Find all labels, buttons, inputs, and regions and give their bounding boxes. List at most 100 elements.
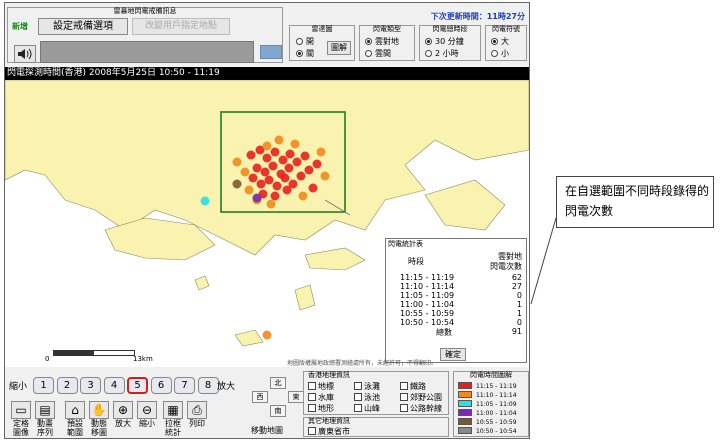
checkbox-geo-4[interactable]: 泳池 xyxy=(354,392,380,403)
move-east-button[interactable]: 東 xyxy=(288,391,304,403)
zoom-out-label: 縮小 xyxy=(9,382,28,392)
checkbox-geo-6[interactable]: 地形 xyxy=(308,403,334,414)
zoom-level-8-button[interactable]: 8 xyxy=(197,377,219,394)
zoom-level-4-button[interactable]: 4 xyxy=(103,377,125,394)
checkbox-label: 地標 xyxy=(318,382,334,391)
message-scroll-indicator[interactable] xyxy=(260,45,282,59)
radar-on-option[interactable]: 開 xyxy=(296,36,314,47)
stats-row-period: 10:50 - 10:54 xyxy=(400,318,455,327)
lightning-strike-marker xyxy=(300,151,310,161)
legend-label: 11:15 - 11:19 xyxy=(476,383,517,390)
period-30min-option[interactable]: 30 分鐘 xyxy=(425,36,464,47)
stats-row-period: 11:00 - 11:04 xyxy=(400,300,455,309)
zoom-level-5-button[interactable]: 5 xyxy=(127,377,148,394)
zoom-out-button[interactable]: ⊖ xyxy=(137,401,157,419)
move-map-compass: 北 西 東 南 xyxy=(249,377,307,421)
lightning-strike-marker xyxy=(298,191,308,201)
lightning-map[interactable]: 閃電統計表 時段 雲對地 閃電次數 11:15 - 11:19 62 11:10 -… xyxy=(5,80,529,367)
stats-caption: 閃電統計表 xyxy=(388,240,423,248)
checkbox-icon xyxy=(308,427,316,435)
checkbox-geo-2[interactable]: 鐵路 xyxy=(400,381,426,392)
lightning-strike-marker xyxy=(262,153,272,163)
cloud-to-cloud-option[interactable]: 雲間 xyxy=(365,48,391,59)
animation-icon: ▤ xyxy=(39,403,51,417)
geo-info-group: 香港地理資訊 地標 泳灘 鐵路 水庫 泳池 郊野公園 地形 山峰 公路幹線 xyxy=(303,371,449,415)
lightning-strike-marker xyxy=(252,163,262,173)
stats-row-period: 11:15 - 11:19 xyxy=(400,273,455,282)
zoom-level-2-button[interactable]: 2 xyxy=(56,377,78,394)
checkbox-guangdong[interactable]: 廣東省市 xyxy=(308,426,350,437)
box-stats-button[interactable]: ▦ xyxy=(163,401,183,419)
checkbox-icon xyxy=(308,393,316,401)
stats-row-count: 0 xyxy=(516,291,522,300)
annotation-callout: 在自選範圍不同時段錄得的閃電次數 xyxy=(556,176,714,228)
lightning-strike-marker xyxy=(285,149,295,159)
lightning-strike-marker xyxy=(246,150,256,160)
animation-button[interactable]: ▤ xyxy=(35,401,55,419)
legend-swatch xyxy=(458,427,472,434)
lightning-strike-marker xyxy=(262,141,272,151)
zoom-in-icon: ⊕ xyxy=(117,403,129,417)
user-location-button[interactable]: 改變用戶指定地點 xyxy=(132,18,230,35)
checkbox-geo-1[interactable]: 泳灘 xyxy=(354,381,380,392)
lightning-strike-marker xyxy=(270,191,280,201)
speaker-button[interactable] xyxy=(14,45,36,63)
checkbox-label: 山峰 xyxy=(364,404,380,413)
zoom-in-button[interactable]: ⊕ xyxy=(113,401,133,419)
zoom-level-3-button[interactable]: 3 xyxy=(80,377,101,394)
print-icon: ⎙ xyxy=(192,403,202,417)
move-map-label: 移動地圖 xyxy=(251,426,283,435)
cloud-to-ground-option[interactable]: 雲對地 xyxy=(365,36,399,47)
period-2hr-option[interactable]: 2 小時 xyxy=(425,48,459,59)
zoom-level-6-button[interactable]: 6 xyxy=(150,377,172,394)
alert-settings-button[interactable]: 設定戒備選項 xyxy=(38,18,128,35)
legend-entry: 11:10 - 11:14 xyxy=(458,391,517,400)
checkbox-geo-3[interactable]: 水庫 xyxy=(308,392,334,403)
lightning-strike-marker xyxy=(320,171,330,181)
print-button[interactable]: ⎙ xyxy=(187,401,207,419)
lightning-strike-marker xyxy=(304,165,314,175)
lightning-strike-marker xyxy=(248,173,258,183)
pan-button[interactable]: ✋ xyxy=(89,401,109,419)
checkbox-geo-5[interactable]: 郊野公園 xyxy=(400,392,442,403)
animation-label: 動畫 序列 xyxy=(37,419,53,437)
checkbox-label: 水庫 xyxy=(318,393,334,402)
zoom-level-7-button[interactable]: 7 xyxy=(174,377,195,394)
stats-row-count: 62 xyxy=(511,273,522,282)
box-stats-label: 拉框 統計 xyxy=(165,419,181,437)
fixed-image-button[interactable]: ▭ xyxy=(11,401,31,419)
checkbox-label: 公路幹線 xyxy=(410,404,442,413)
default-view-button[interactable]: ⌂ xyxy=(65,401,85,419)
move-south-button[interactable]: 南 xyxy=(270,405,286,417)
new-badge: 新增 xyxy=(12,22,28,31)
checkbox-geo-7[interactable]: 山峰 xyxy=(354,403,380,414)
symbol-size-title: 閃電符號 xyxy=(492,25,520,33)
legend-label: 11:05 - 11:09 xyxy=(476,401,517,408)
legend-button[interactable]: 圖解 xyxy=(327,41,351,55)
move-north-button[interactable]: 北 xyxy=(270,377,286,389)
legend-label: 11:00 - 11:04 xyxy=(476,410,517,417)
checkbox-geo-0[interactable]: 地標 xyxy=(308,381,334,392)
speaker-icon xyxy=(18,48,32,60)
stats-count-header-2: 閃電次數 xyxy=(490,262,522,271)
checkbox-geo-8[interactable]: 公路幹線 xyxy=(400,403,442,414)
lightning-strike-marker xyxy=(244,185,254,195)
map-time-title: 閃電探測時間(香港) 2008年5月25日 10:50 - 11:19 xyxy=(5,67,529,80)
lightning-strike-marker xyxy=(282,185,292,195)
symbol-large-option[interactable]: 大 xyxy=(491,36,509,47)
radar-off-option[interactable]: 關 xyxy=(296,48,314,59)
lightning-strike-marker xyxy=(268,161,278,171)
zoom-level-1-button[interactable]: 1 xyxy=(33,377,54,394)
checkbox-icon xyxy=(400,404,408,412)
scale-end: 13km xyxy=(133,355,153,363)
legend-swatch xyxy=(458,391,472,398)
checkbox-icon xyxy=(354,382,362,390)
radio-icon xyxy=(365,50,372,57)
lightning-strike-marker xyxy=(284,163,294,173)
lightning-strike-marker xyxy=(290,139,300,149)
move-west-button[interactable]: 西 xyxy=(252,391,268,403)
stats-ok-button[interactable]: 確定 xyxy=(440,348,466,361)
fixed-image-label: 定格 圖像 xyxy=(13,419,29,437)
lightning-stats-panel: 閃電統計表 時段 雲對地 閃電次數 11:15 - 11:19 62 11:10 -… xyxy=(385,238,527,363)
symbol-small-option[interactable]: 小 xyxy=(491,48,509,59)
